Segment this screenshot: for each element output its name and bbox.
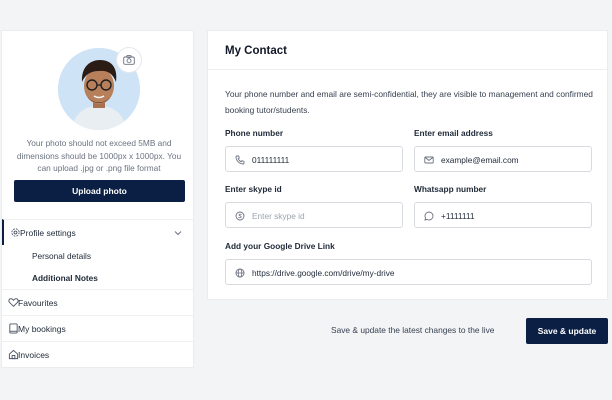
gear-icon	[11, 228, 20, 237]
skype-input[interactable]	[252, 207, 396, 224]
sidebar-item-label: Profile settings	[20, 227, 76, 238]
sidebar-item-label: Favourites	[18, 297, 58, 308]
book-icon	[9, 323, 18, 334]
phone-input[interactable]	[252, 151, 396, 168]
skype-icon	[235, 211, 245, 221]
camera-icon[interactable]	[116, 47, 142, 73]
save-note: Save & update the latest changes to the …	[331, 325, 495, 335]
email-field	[414, 146, 592, 172]
phone-label: Phone number	[225, 128, 284, 138]
profile-panel: Your photo should not exceed 5MB and dim…	[1, 30, 194, 368]
mail-icon	[424, 156, 434, 164]
divider	[208, 69, 607, 70]
skype-field	[225, 202, 403, 228]
page-title: My Contact	[225, 45, 287, 57]
drive-label: Add your Google Drive Link	[225, 241, 335, 251]
email-input[interactable]	[441, 151, 585, 168]
sidebar-item-favourites[interactable]: Favourites	[2, 289, 193, 315]
sidebar-subitem-personal-details[interactable]: Personal details	[2, 245, 193, 267]
sidebar-item-profile-settings[interactable]: Profile settings	[2, 219, 193, 245]
phone-field	[225, 146, 403, 172]
phone-icon	[235, 155, 245, 165]
chevron-down-icon[interactable]	[174, 229, 182, 237]
sidebar-item-invoices[interactable]: Invoices	[2, 341, 193, 367]
sidebar-item-label: My bookings	[18, 323, 66, 334]
photo-requirements-note: Your photo should not exceed 5MB and dim…	[16, 138, 182, 174]
globe-icon	[235, 268, 245, 278]
sidebar-subitem-additional-notes[interactable]: Additional Notes	[2, 267, 193, 289]
home-icon	[8, 349, 19, 360]
whatsapp-icon	[424, 211, 434, 221]
sidebar-item-my-bookings[interactable]: My bookings	[2, 315, 193, 341]
email-label: Enter email address	[414, 128, 493, 138]
skype-label: Enter skype id	[225, 184, 282, 194]
contact-card: My Contact Your phone number and email a…	[207, 30, 608, 300]
sidebar-item-label: Invoices	[18, 349, 50, 360]
drive-link-input[interactable]	[252, 264, 585, 281]
heart-icon	[8, 298, 19, 307]
whatsapp-field	[414, 202, 592, 228]
save-update-button[interactable]: Save & update	[526, 318, 608, 344]
whatsapp-label: Whatsapp number	[414, 184, 487, 194]
whatsapp-input[interactable]	[441, 207, 585, 224]
upload-photo-button[interactable]: Upload photo	[14, 180, 185, 202]
drive-link-field	[225, 259, 592, 285]
sidebar-menu: Profile settings Personal details Additi…	[2, 219, 193, 367]
contact-description: Your phone number and email are semi-con…	[225, 89, 593, 115]
